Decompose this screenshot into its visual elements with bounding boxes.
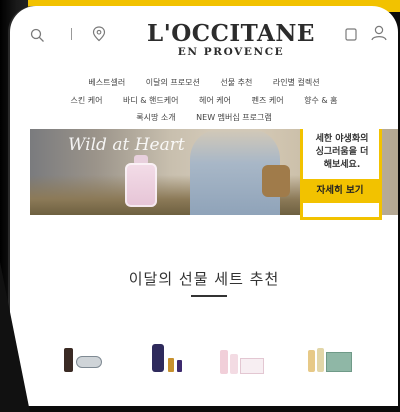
screen: L'OCCITANE EN PROVENCE 베스트셀러 이달의 프로모션 선물… bbox=[10, 6, 398, 406]
divider bbox=[71, 28, 72, 40]
learn-more-button[interactable]: 자세히 보기 bbox=[300, 179, 380, 203]
banner-handbag bbox=[262, 165, 290, 197]
brand-tagline: EN PROVENCE bbox=[177, 46, 285, 58]
promo-line-3: 해보세요. bbox=[323, 160, 361, 170]
bag-icon[interactable] bbox=[345, 26, 357, 41]
gift-set-2[interactable] bbox=[152, 344, 188, 378]
nav-item-body-hand[interactable]: 바디 & 핸드케어 bbox=[123, 96, 178, 105]
promo-line-1: 세한 야생화의 bbox=[315, 134, 369, 144]
nav-item-gift[interactable]: 선물 추천 bbox=[220, 78, 252, 87]
section-title: 이달의 선물 세트 추천 bbox=[128, 270, 280, 288]
product-bottle bbox=[152, 344, 164, 372]
main-nav-row-3: 록시땅 소개 NEW 멤버십 프로그램 bbox=[10, 112, 398, 123]
banner-script-text: Wild at Heart bbox=[68, 135, 185, 155]
gift-set-3[interactable] bbox=[220, 344, 266, 378]
gift-set-1[interactable] bbox=[64, 344, 104, 378]
main-nav-row-2: 스킨 케어 바디 & 핸드케어 헤어 케어 펜즈 케어 향수 & 홈 bbox=[10, 95, 398, 106]
nav-item-membership[interactable]: NEW 멤버십 프로그램 bbox=[196, 113, 272, 122]
promo-line-2: 싱그러움을 더 bbox=[315, 147, 369, 157]
nav-item-mens-care[interactable]: 펜즈 케어 bbox=[252, 96, 284, 105]
product-eye-mask bbox=[76, 356, 102, 368]
product-bottle bbox=[64, 348, 73, 372]
nav-item-skin-care[interactable]: 스킨 케어 bbox=[70, 96, 102, 105]
nav-item-bestseller[interactable]: 베스트셀러 bbox=[88, 78, 125, 87]
product-vial bbox=[177, 360, 182, 372]
device-frame-corner bbox=[0, 262, 30, 412]
nav-item-collection[interactable]: 라인별 컬렉션 bbox=[273, 78, 320, 87]
perfume-bottle bbox=[125, 163, 157, 207]
gift-set-4[interactable] bbox=[308, 344, 354, 378]
section-title-underline bbox=[191, 295, 227, 297]
product-vial bbox=[168, 358, 174, 372]
location-pin-icon[interactable] bbox=[92, 26, 106, 42]
user-icon[interactable] bbox=[370, 24, 388, 41]
nav-item-hair-care[interactable]: 헤어 케어 bbox=[199, 96, 231, 105]
product-bottle bbox=[308, 350, 315, 372]
product-box bbox=[326, 352, 352, 372]
nav-item-about[interactable]: 록시땅 소개 bbox=[136, 113, 175, 122]
site-header: L'OCCITANE EN PROVENCE bbox=[10, 6, 398, 66]
main-nav-row-1: 베스트셀러 이달의 프로모션 선물 추천 라인별 컬렉션 bbox=[10, 77, 398, 88]
nav-item-fragrance-home[interactable]: 향수 & 홈 bbox=[304, 96, 337, 105]
brand-name: L'OCCITANE bbox=[147, 20, 315, 47]
product-tube bbox=[220, 350, 228, 374]
product-box bbox=[240, 358, 264, 374]
product-tube bbox=[230, 354, 238, 374]
banner-promo-box: 세한 야생화의 싱그러움을 더 해보세요. 자세히 보기 bbox=[300, 129, 382, 220]
brand-logo[interactable]: L'OCCITANE EN PROVENCE bbox=[136, 20, 326, 58]
promo-text: 세한 야생화의 싱그러움을 더 해보세요. bbox=[307, 133, 377, 172]
nav-item-monthly-promotion[interactable]: 이달의 프로모션 bbox=[146, 78, 200, 87]
search-icon[interactable] bbox=[30, 28, 45, 43]
product-bottle bbox=[317, 348, 324, 372]
